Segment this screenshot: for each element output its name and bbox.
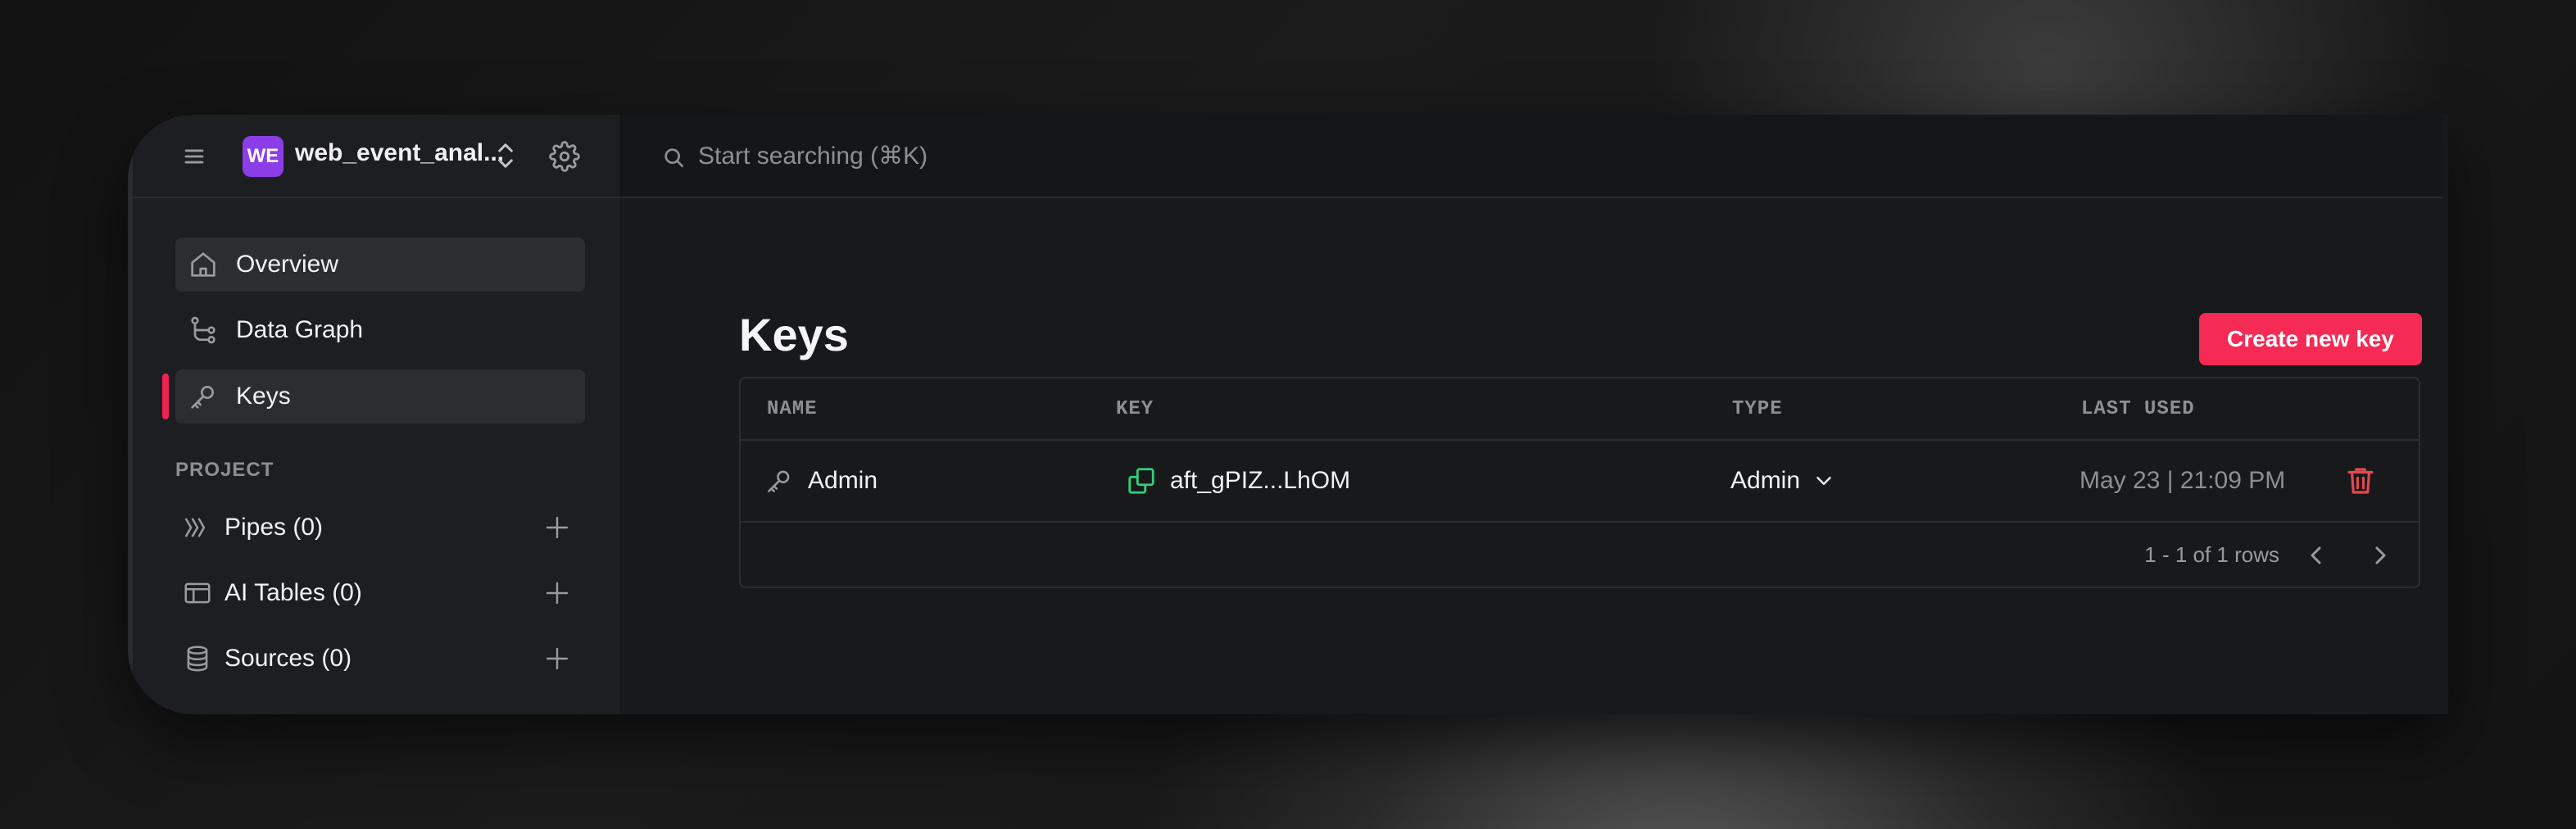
key-value-cell: aft_gPIZ...LhOM [1126,441,1350,521]
add-pipe-icon[interactable] [542,513,572,542]
chevron-right-icon[interactable] [2365,541,2394,570]
nav-item-keys[interactable]: Keys [175,369,585,424]
search-icon [660,144,687,170]
database-icon [182,643,213,674]
nav-item-label: Keys [236,383,291,410]
pagination-summary: 1 - 1 of 1 rows [2144,542,2279,567]
main-content: Keys Create new key NAME KEY TYPE LAST U… [619,198,2448,714]
app-window: WE web_event_anal... Overview Data Graph [128,115,2448,714]
nav-item-label: Overview [236,251,339,278]
nav-item-label: Data Graph [236,316,364,343]
data-graph-icon [187,314,220,347]
key-icon [764,465,795,496]
key-value: aft_gPIZ...LhOM [1170,467,1351,494]
key-name: Admin [808,467,878,494]
search-input[interactable] [698,136,1272,177]
sidebar: WE web_event_anal... Overview Data Graph [128,115,624,714]
key-icon [187,380,220,413]
project-item-label: Sources (0) [224,645,352,672]
trash-icon[interactable] [2343,464,2378,498]
menu-icon[interactable] [180,143,208,170]
top-search-bar [619,115,2448,198]
key-type-select[interactable]: Admin [1730,441,1836,521]
nav-item-data-graph[interactable]: Data Graph [175,303,585,357]
workspace-avatar[interactable]: WE [243,136,283,177]
active-indicator [162,374,169,419]
gear-icon[interactable] [549,141,580,172]
copy-icon[interactable] [1126,465,1157,496]
project-item-label: Pipes (0) [224,514,324,541]
chevron-down-icon [1812,469,1836,493]
chevron-left-icon[interactable] [2302,541,2332,570]
project-item-ai-tables[interactable]: AI Tables (0) [182,569,583,618]
workspace-name[interactable]: web_event_anal... [295,139,504,167]
column-header-last-used[interactable]: LAST USED [2081,398,2195,420]
table-footer: 1 - 1 of 1 rows [741,523,2419,588]
page-title: Keys [739,309,849,360]
create-new-key-button[interactable]: Create new key [2199,313,2422,365]
sidebar-header: WE web_event_anal... [133,115,624,198]
add-source-icon[interactable] [542,644,572,673]
keys-table: NAME KEY TYPE LAST USED Admin aft_gPIZ..… [739,377,2420,588]
column-header-name[interactable]: NAME [767,398,818,420]
pipes-icon [182,512,213,543]
project-section-label: PROJECT [175,459,274,481]
table-icon [182,578,213,609]
last-used-cell: May 23 | 21:09 PM [2079,467,2286,494]
column-header-key[interactable]: KEY [1116,398,1154,420]
project-item-sources[interactable]: Sources (0) [182,634,583,683]
project-item-pipes[interactable]: Pipes (0) [182,503,583,552]
table-header: NAME KEY TYPE LAST USED [741,378,2419,441]
add-ai-table-icon[interactable] [542,578,572,608]
chevron-up-down-icon[interactable] [493,138,518,174]
table-row[interactable]: Admin aft_gPIZ...LhOM Admin May 23 | 21:… [741,441,2419,523]
home-icon [187,248,220,281]
key-name-cell: Admin [764,441,878,521]
key-type: Admin [1730,467,1801,494]
project-item-label: AI Tables (0) [224,579,362,606]
column-header-type[interactable]: TYPE [1732,398,1783,420]
nav-item-overview[interactable]: Overview [175,238,585,292]
